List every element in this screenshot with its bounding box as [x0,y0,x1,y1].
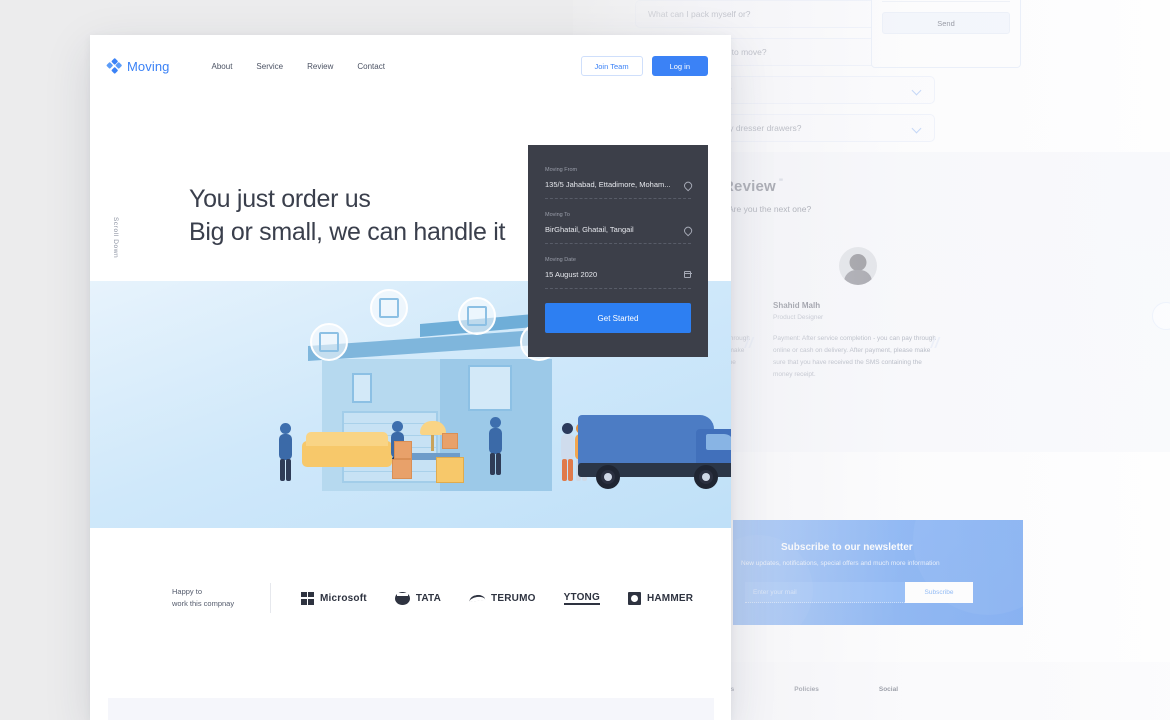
moving-date-label: Moving Date [545,257,576,263]
partner-name: HAMMER [646,592,694,604]
badge-wrench-icon [370,289,408,327]
logo-text: Moving [127,58,170,74]
calendar-icon [683,270,692,279]
newsletter-section: Subscribe to our newsletter New updates,… [733,520,1023,625]
location-pin-icon [683,181,691,189]
partner-name: YTONG [563,591,600,605]
divider [545,198,691,199]
divider [882,1,1010,2]
chevron-down-icon [913,86,922,95]
contact-form: Question or Message Enter your message S… [871,0,1021,68]
testimonial-card: Shahid Malh Product Designer Payment: Af… [773,247,943,381]
newsletter-title: Subscribe to our newsletter [781,542,913,553]
nav-item-service[interactable]: Service [256,62,283,71]
partner-logos-section: Happy to work this compnay Microsoft TAT… [90,528,731,680]
front-page-card: Moving About Service Review Contact Join… [90,35,731,720]
moving-from-input[interactable]: 135/5 Jahabad, Ettadimore, Moham... [545,180,671,189]
divider [545,243,691,244]
van-wheel [694,465,718,489]
hero-title-line2: Big or small, we can handle it [189,218,506,246]
faq-question: What can I pack myself or? [648,9,751,19]
nav-item-review[interactable]: Review [307,62,333,71]
nav-item-contact[interactable]: Contact [357,62,385,71]
tata-icon [394,591,410,605]
divider [545,288,691,289]
moving-to-input[interactable]: BirGhatail, Ghatail, Tangail [545,225,634,234]
house-window [352,373,372,403]
newsletter-subtitle: New updates, notifications, special offe… [741,560,940,567]
divider [270,583,271,613]
hero-title: You just order us Big or small, we can h… [189,183,505,249]
van-wheel [596,465,620,489]
partner-logo-terumo: TERUMO [468,592,536,604]
house-window [468,365,512,411]
review-subheading: Are you the next one? [728,204,812,214]
testimonial-name: Shahid Malh [773,301,821,310]
chevron-down-icon [913,124,922,133]
moving-van [578,415,731,489]
partner-caption-line1: Happy to [172,587,203,597]
booking-card: Moving From 135/5 Jahabad, Ettadimore, M… [528,145,708,357]
badge-tools-icon [458,297,496,335]
partner-name: TATA [415,592,442,604]
send-button[interactable]: Send [882,12,1010,34]
nav-item-about[interactable]: About [212,62,233,71]
moving-date-input[interactable]: 15 August 2020 [545,270,597,279]
moving-to-label: Moving To [545,212,570,218]
partner-name: Microsoft [320,592,367,604]
hammer-icon [627,591,641,605]
nav-actions: Join Team Log in [580,56,708,76]
partner-caption: Happy to work this compnay [172,586,264,609]
quote-mark-icon: " [778,177,784,187]
partner-logo-hammer: HAMMER [627,591,694,605]
newsletter-email-input[interactable] [745,582,905,603]
partner-caption-line2: work this compnay [172,599,235,608]
partner-logo-microsoft: Microsoft [301,591,367,605]
get-started-button[interactable]: Get Started [545,303,691,333]
newsletter-form: Subscribe [745,582,973,603]
partner-name: TERUMO [491,592,536,604]
footer-column-policies: Policies [794,686,819,693]
hero-title-line1: You just order us [189,185,371,213]
join-team-button[interactable]: Join Team [580,56,643,76]
partner-logo-ytong: YTONG [563,591,600,605]
testimonial-text: Payment: After service completion - you … [773,335,936,379]
badge-box-icon [310,323,348,361]
nav-links: About Service Review Contact [212,62,385,71]
quote-icon: // [744,335,753,352]
location-pin-icon [683,226,691,234]
navbar: Moving About Service Review Contact Join… [90,35,731,97]
logo-diamond-icon [106,57,123,75]
quote-icon: // [930,335,939,352]
footer-column-social: Social [878,686,899,693]
design-canvas: When is the best time to move? What can … [0,0,1170,720]
review-heading: Review " [723,177,783,195]
login-button[interactable]: Log in [651,56,708,76]
moving-from-label: Moving From [545,167,578,173]
next-section-panel [108,698,714,720]
sofa [302,432,392,467]
logo[interactable]: Moving [106,57,170,75]
scroll-down-label: Scroll Down [112,217,119,259]
avatar [839,247,877,285]
subscribe-button[interactable]: Subscribe [905,582,973,603]
partner-logo-tata: TATA [394,591,442,605]
microsoft-icon [301,591,314,605]
terumo-icon [468,593,486,603]
testimonial-role: Product Designer [773,314,824,321]
